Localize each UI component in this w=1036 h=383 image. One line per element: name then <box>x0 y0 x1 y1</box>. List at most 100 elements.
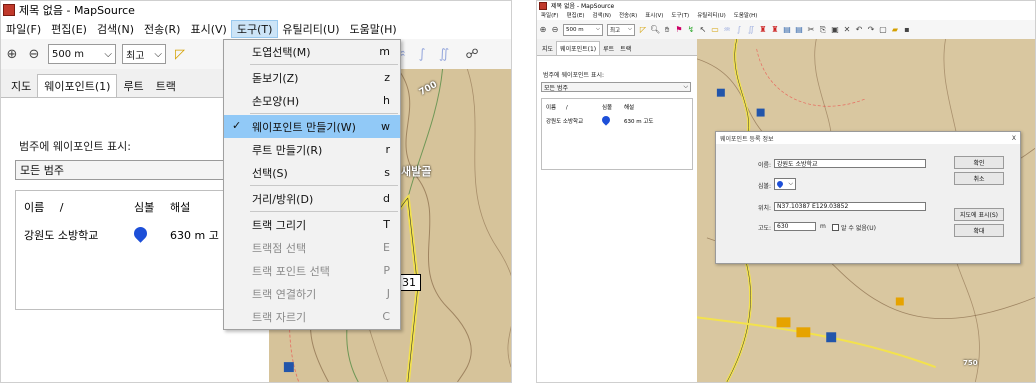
position-field[interactable]: N37.10387 E129.03852 <box>774 202 926 211</box>
hand-icon[interactable]: ✋︎ <box>662 25 672 35</box>
show-on-map-button[interactable]: 지도에 표시(S) <box>954 208 1004 221</box>
zoom-in-icon[interactable]: ⊕ <box>3 47 21 62</box>
chevron-down-icon: ⌵ <box>788 180 793 187</box>
save-icon[interactable]: ▪ <box>902 25 912 34</box>
ok-button[interactable]: 확인 <box>954 156 1004 169</box>
undo-icon[interactable]: ↶ <box>854 25 864 34</box>
zoom-scale-select[interactable]: 500 m ⌵ <box>563 23 603 36</box>
ruler-icon[interactable]: ▭ <box>710 25 720 34</box>
menu-item-label: 선택(S) <box>252 166 288 180</box>
zoom-out-icon[interactable]: ⊖ <box>25 47 43 62</box>
menu-item-create-route[interactable]: 루트 만들기(R) r <box>224 138 400 161</box>
receive-icon[interactable]: ▤ <box>782 25 792 34</box>
header-symbol[interactable]: 심볼 <box>134 199 170 215</box>
tab-waypoints[interactable]: 웨이포인트(1) <box>37 74 118 97</box>
menu-file[interactable]: 파일(F) <box>537 11 563 19</box>
track-tools-icon-2[interactable]: ∫ <box>734 25 744 34</box>
find-icon[interactable]: ♜ <box>758 25 768 34</box>
delete-icon[interactable]: ✕ <box>842 25 852 34</box>
menu-item-select[interactable]: 선택(S) s <box>224 161 400 184</box>
tab-tracks[interactable]: 트랙 <box>150 75 182 97</box>
list-item[interactable]: 강원도 소방학교 630 m 고도 <box>542 111 692 126</box>
redo-icon[interactable]: ↷ <box>866 25 876 34</box>
pointer-icon[interactable]: ↖ <box>698 25 708 34</box>
header-comment[interactable]: 해설 <box>170 199 190 215</box>
menu-utilities[interactable]: 유틸리티(U) <box>277 21 344 37</box>
menu-separator <box>250 211 398 212</box>
menu-item-create-waypoint[interactable]: ✓ 웨이포인트 만들기(W) w <box>224 115 400 138</box>
tab-map[interactable]: 지도 <box>5 75 37 97</box>
menu-item-label: 웨이포인트 만들기(W) <box>252 120 356 134</box>
cut-icon[interactable]: ✂ <box>806 25 816 34</box>
tab-tracks[interactable]: 트랙 <box>617 42 634 55</box>
category-value: 모든 범주 <box>20 164 64 177</box>
unknown-altitude-checkbox[interactable]: 알 수 없음(U) <box>832 223 876 232</box>
altitude-value: 630 <box>777 223 789 230</box>
detail-select[interactable]: 최고 ⌵ <box>607 23 635 36</box>
menu-item-label: 트랙 그리기 <box>252 218 307 232</box>
flag-icon[interactable]: ⚑ <box>674 25 684 34</box>
header-symbol[interactable]: 심볼 <box>602 103 624 111</box>
menu-utilities[interactable]: 유틸리티(U) <box>693 11 730 19</box>
menu-search[interactable]: 검색(N) <box>92 21 139 37</box>
menu-item-shortcut: C <box>382 310 390 323</box>
menu-edit[interactable]: 편집(E) <box>46 21 92 37</box>
dialog-title-bar: 웨이포인트 등록 정보 X <box>716 132 1020 144</box>
binoculars-icon[interactable]: ☍ <box>463 47 481 62</box>
place-label: 새발골 <box>401 165 432 178</box>
zoom-scale-select[interactable]: 500 m ⌵ <box>48 44 116 64</box>
menu-item-draw-track[interactable]: 트랙 그리기 T <box>224 213 400 236</box>
track-tools-icon-3[interactable]: ∬ <box>435 47 453 62</box>
menu-view[interactable]: 표시(V) <box>185 21 231 37</box>
menu-item-label: 트랙 포인트 선택 <box>252 264 330 278</box>
magnifier-icon[interactable]: 🔍︎ <box>650 25 660 34</box>
menu-item-join-tracks: 트랙 연결하기 J <box>224 282 400 305</box>
altitude-field[interactable]: 630 <box>774 222 816 231</box>
zoom-button[interactable]: 확대 <box>954 224 1004 237</box>
tab-waypoints[interactable]: 웨이포인트(1) <box>556 41 601 55</box>
zoom-out-icon[interactable]: ⊖ <box>550 25 560 34</box>
zoom-in-icon[interactable]: ⊕ <box>538 25 548 34</box>
name-field[interactable]: 강원도 소방학교 <box>774 159 926 168</box>
header-name[interactable]: 이름 / <box>546 103 602 111</box>
menu-file[interactable]: 파일(F) <box>1 21 46 37</box>
track-tools-icon-3[interactable]: ∬ <box>746 25 756 34</box>
detail-select[interactable]: 최고 ⌵ <box>122 44 166 64</box>
menu-tools[interactable]: 도구(T) <box>667 11 693 19</box>
tab-routes[interactable]: 루트 <box>600 42 617 55</box>
menu-transfer[interactable]: 전송(R) <box>139 21 185 37</box>
tab-routes[interactable]: 루트 <box>117 75 149 97</box>
menu-help[interactable]: 도움말(H) <box>345 21 402 37</box>
menu-tools[interactable]: 도구(T) <box>230 20 279 38</box>
menu-view[interactable]: 표시(V) <box>641 11 667 19</box>
category-select[interactable]: 모든 범주 ⌵ <box>541 82 691 92</box>
menu-item-hand[interactable]: 손모양(H) h <box>224 89 400 112</box>
paste-icon[interactable]: ▣ <box>830 25 840 34</box>
menu-help[interactable]: 도움말(H) <box>730 11 762 19</box>
copy-icon[interactable]: ⎘ <box>818 25 828 35</box>
map-select-tool-icon[interactable]: ◸ <box>638 25 648 34</box>
track-tools-icon-2[interactable]: ∫ <box>413 47 431 62</box>
cancel-button[interactable]: 취소 <box>954 172 1004 185</box>
menu-transfer[interactable]: 전송(R) <box>615 11 641 19</box>
menu-item-zoom[interactable]: 돋보기(Z) z <box>224 66 400 89</box>
menu-item-distance-bearing[interactable]: 거리/방위(D) d <box>224 187 400 210</box>
header-comment[interactable]: 해설 <box>624 103 634 111</box>
menu-item-label: 루트 만들기(R) <box>252 143 323 157</box>
find-nearby-icon[interactable]: ♜ <box>770 25 780 34</box>
route-icon[interactable]: ↯ <box>686 25 696 34</box>
send-icon[interactable]: ▤ <box>794 25 804 34</box>
menu-edit[interactable]: 편집(E) <box>563 11 589 19</box>
new-file-icon[interactable]: ▢ <box>878 25 888 34</box>
menu-search[interactable]: 검색(N) <box>588 11 615 19</box>
track-tools-icon[interactable]: ♒ <box>722 25 732 34</box>
symbol-select[interactable]: ⌵ <box>774 178 796 190</box>
tab-map[interactable]: 지도 <box>539 42 556 55</box>
tab-bar: 지도 웨이포인트(1) 루트 트랙 <box>537 39 697 56</box>
map-select-tool-icon[interactable]: ◸ <box>171 47 189 62</box>
open-file-icon[interactable]: ▰ <box>890 25 900 34</box>
close-icon[interactable]: X <box>1012 135 1016 142</box>
header-name[interactable]: 이름 / <box>24 199 134 215</box>
menu-item-map-select[interactable]: 도엽선택(M) m <box>224 40 400 63</box>
menu-item-shortcut: r <box>385 143 390 156</box>
